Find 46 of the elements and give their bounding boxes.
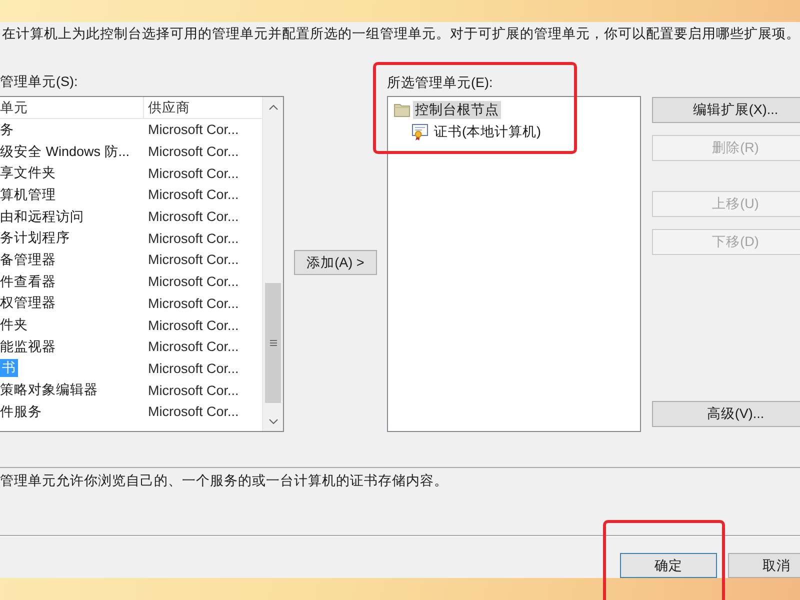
certificate-icon xyxy=(412,124,429,140)
list-label: 管理单元(S): xyxy=(0,73,78,91)
grip-icon xyxy=(270,340,276,346)
snapin-name[interactable]: 由和远程访问 xyxy=(0,208,84,226)
column-header[interactable]: 供应商 xyxy=(148,98,190,116)
snapin-name[interactable]: 件查看器 xyxy=(0,272,56,291)
snapin-name[interactable]: 级安全 Windows 防... xyxy=(0,142,130,161)
description-text: 管理单元允许你浏览自己的、一个服务的或一台计算机的证书存储内容。 xyxy=(0,472,449,489)
vendor-name: Microsoft Cor... xyxy=(148,209,239,224)
vendor-name: Microsoft Cor... xyxy=(148,296,239,311)
dialog-button[interactable]: 确定 xyxy=(620,553,717,578)
chevron-up-icon[interactable] xyxy=(268,104,278,110)
snapin-name[interactable]: 备管理器 xyxy=(0,250,56,269)
vendor-name: Microsoft Cor... xyxy=(148,274,239,290)
snapin-name[interactable]: 件夹 xyxy=(0,316,28,334)
vendor-name: Microsoft Cor... xyxy=(148,144,239,160)
dialog-button[interactable]: 取消 xyxy=(728,553,800,578)
snapin-name[interactable]: 算机管理 xyxy=(0,186,56,204)
add-button[interactable]: 添加(A) > xyxy=(294,250,377,275)
snapin-name[interactable]: 能监视器 xyxy=(0,338,56,356)
dialog-button[interactable]: 高级(V)... xyxy=(652,401,800,427)
dialog-button[interactable]: 编辑扩展(X)... xyxy=(652,97,800,123)
folder-icon xyxy=(394,103,410,117)
vendor-name: Microsoft Cor... xyxy=(148,382,239,398)
scrollbar-thumb[interactable] xyxy=(265,283,281,403)
tree-item[interactable]: 证书(本地计算机) xyxy=(432,123,543,141)
snapin-name[interactable]: 务计划程序 xyxy=(0,229,70,248)
snapin-name[interactable]: 权管理器 xyxy=(0,294,56,312)
vendor-name: Microsoft Cor... xyxy=(148,404,239,420)
vendor-name: Microsoft Cor... xyxy=(148,230,239,246)
instruction-text: 在计算机上为此控制台选择可用的管理单元并配置所选的一组管理单元。对于可扩展的管理单元，你可以配置要启用哪些扩展项。 xyxy=(1,25,800,42)
chevron-down-icon[interactable] xyxy=(268,418,278,424)
snapin-name[interactable]: 务 xyxy=(0,120,14,139)
vendor-name: Microsoft Cor... xyxy=(148,339,239,354)
list-label: 所选管理单元(E): xyxy=(387,74,493,92)
snapin-name[interactable]: 件服务 xyxy=(0,402,42,421)
vendor-name: Microsoft Cor... xyxy=(148,122,239,138)
vendor-name: Microsoft Cor... xyxy=(148,318,239,333)
snapin-name[interactable]: 享文件夹 xyxy=(0,164,56,182)
column-header[interactable]: 单元 xyxy=(0,98,28,116)
snapin-name[interactable]: 策略对象编辑器 xyxy=(0,381,98,400)
tree-item[interactable]: 控制台根节点 xyxy=(413,101,501,119)
vendor-name: Microsoft Cor... xyxy=(148,252,239,268)
vendor-name: Microsoft Cor... xyxy=(148,360,239,376)
vendor-name: Microsoft Cor... xyxy=(148,166,239,181)
vendor-name: Microsoft Cor... xyxy=(148,187,239,202)
